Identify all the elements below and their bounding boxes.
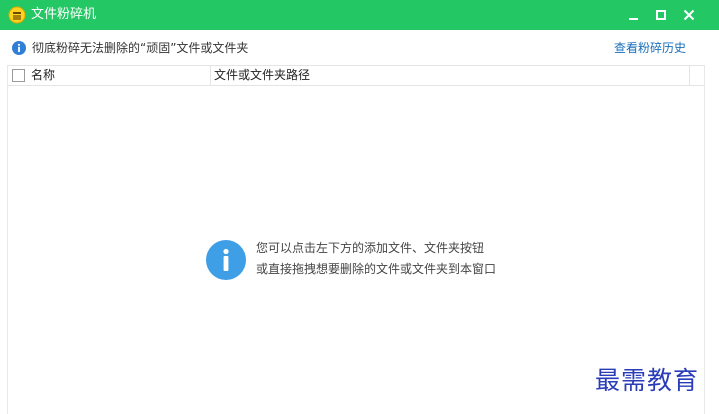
close-icon[interactable] bbox=[678, 4, 700, 26]
empty-hint-line1: 您可以点击左下方的添加文件、文件夹按钮 bbox=[256, 241, 485, 255]
watermark-text: 最需教育 bbox=[595, 366, 700, 395]
maximize-icon[interactable] bbox=[650, 4, 672, 26]
title-bar: 文件粉碎机 bbox=[0, 0, 719, 30]
select-all-checkbox[interactable] bbox=[12, 69, 25, 82]
minimize-icon[interactable] bbox=[623, 4, 645, 26]
shredder-app-icon bbox=[8, 6, 26, 24]
info-bar: 彻底粉碎无法删除的“顽固”文件或文件夹 查看粉碎历史 bbox=[0, 30, 719, 66]
empty-hint-line2: 或直接拖拽想要删除的文件或文件夹到本窗口 bbox=[256, 262, 497, 276]
column-divider[interactable] bbox=[210, 66, 211, 85]
window-title: 文件粉碎机 bbox=[31, 7, 97, 22]
column-divider[interactable] bbox=[689, 66, 690, 85]
info-icon bbox=[12, 41, 26, 55]
info-message: 彻底粉碎无法删除的“顽固”文件或文件夹 bbox=[32, 41, 249, 55]
info-icon bbox=[206, 240, 246, 280]
column-header-name[interactable]: 名称 bbox=[31, 68, 55, 83]
table-header: 名称 文件或文件夹路径 bbox=[8, 65, 704, 86]
view-history-link[interactable]: 查看粉碎历史 bbox=[614, 41, 686, 56]
column-header-path[interactable]: 文件或文件夹路径 bbox=[214, 68, 310, 83]
